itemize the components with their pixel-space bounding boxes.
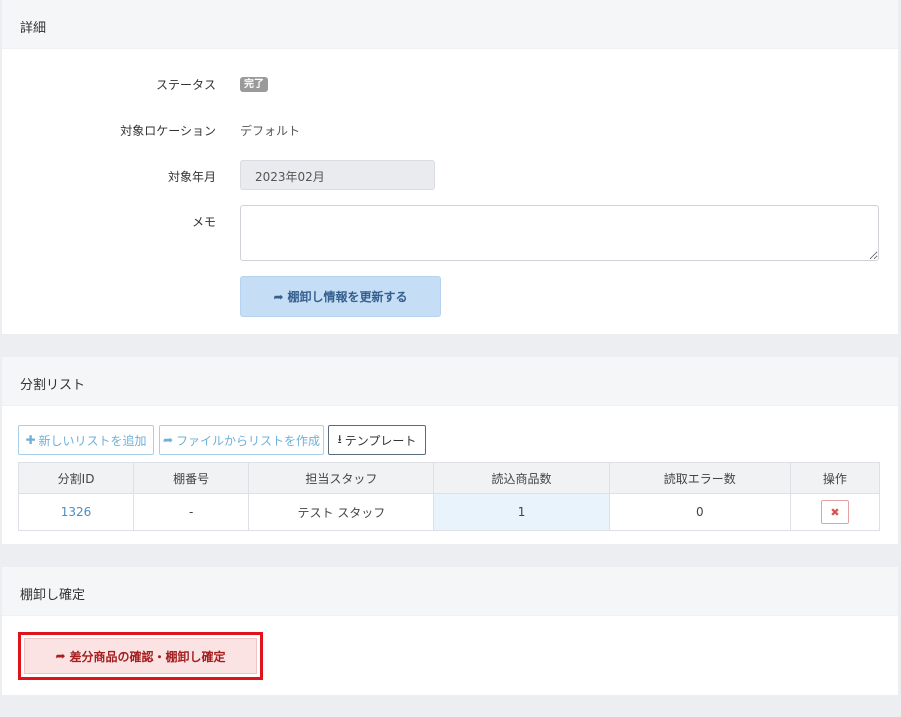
template-label: テンプレート <box>344 433 417 448</box>
shelf-cell: - <box>133 493 250 531</box>
add-list-label: 新しいリストを追加 <box>38 433 147 448</box>
close-icon: ✖ <box>830 505 840 519</box>
memo-field[interactable] <box>240 205 879 261</box>
plus-icon: ✚ <box>25 433 36 447</box>
column-header: 棚番号 <box>133 462 250 494</box>
confirm-highlight: ➦ 差分商品の確認・棚卸し確定 <box>18 632 263 680</box>
column-header: 分割ID <box>17 462 135 494</box>
actions-cell: ✖ <box>789 493 881 531</box>
delete-button[interactable]: ✖ <box>820 500 849 524</box>
share-icon: ➦ <box>162 433 174 447</box>
location-value: デフォルト <box>240 124 301 138</box>
confirm-title: 棚卸し確定 <box>2 567 898 616</box>
memo-label: メモ <box>191 215 216 229</box>
details-panel: 詳細 <box>2 0 898 334</box>
column-header: 担当スタッフ <box>248 462 435 494</box>
add-list-button[interactable]: ✚ 新しいリストを追加 <box>18 425 154 455</box>
update-inventory-button[interactable]: ➦ 棚卸し情報を更新する <box>240 276 441 317</box>
update-inventory-label: 棚卸し情報を更新する <box>287 290 408 304</box>
table-row: 1326 - テスト スタッフ 1 0 ✖ <box>17 493 881 531</box>
create-from-file-button[interactable]: ➦ ファイルからリストを作成 <box>159 425 324 455</box>
download-icon: ⭳ <box>337 431 342 446</box>
split-list-table: 分割ID 棚番号 担当スタッフ 読込商品数 読取エラー数 操作 1326 - テ… <box>17 462 881 531</box>
error-count-cell: 0 <box>608 493 791 531</box>
create-from-file-label: ファイルからリストを作成 <box>176 433 321 448</box>
confirm-inventory-label: 差分商品の確認・棚卸し確定 <box>69 649 226 664</box>
column-header: 操作 <box>789 462 881 494</box>
column-header: 読込商品数 <box>433 462 610 494</box>
column-header: 読取エラー数 <box>608 462 791 494</box>
confirm-inventory-button[interactable]: ➦ 差分商品の確認・棚卸し確定 <box>24 638 257 674</box>
share-icon: ➦ <box>273 289 284 304</box>
month-label: 対象年月 <box>167 170 216 184</box>
location-label: 対象ロケーション <box>120 124 216 138</box>
status-badge: 完了 <box>240 77 268 92</box>
split-id-link[interactable]: 1326 <box>61 505 92 519</box>
split-list-title: 分割リスト <box>2 357 898 406</box>
staff-cell: テスト スタッフ <box>248 493 435 531</box>
table-header-row: 分割ID 棚番号 担当スタッフ 読込商品数 読取エラー数 操作 <box>17 462 881 494</box>
share-icon: ➦ <box>55 649 66 663</box>
details-title: 詳細 <box>2 0 898 49</box>
template-button[interactable]: ⭳ テンプレート <box>328 425 426 455</box>
month-field: 2023年02月 <box>240 160 435 190</box>
status-label: ステータス <box>155 78 216 92</box>
split-id-cell: 1326 <box>17 493 135 531</box>
read-count-cell: 1 <box>433 493 610 531</box>
